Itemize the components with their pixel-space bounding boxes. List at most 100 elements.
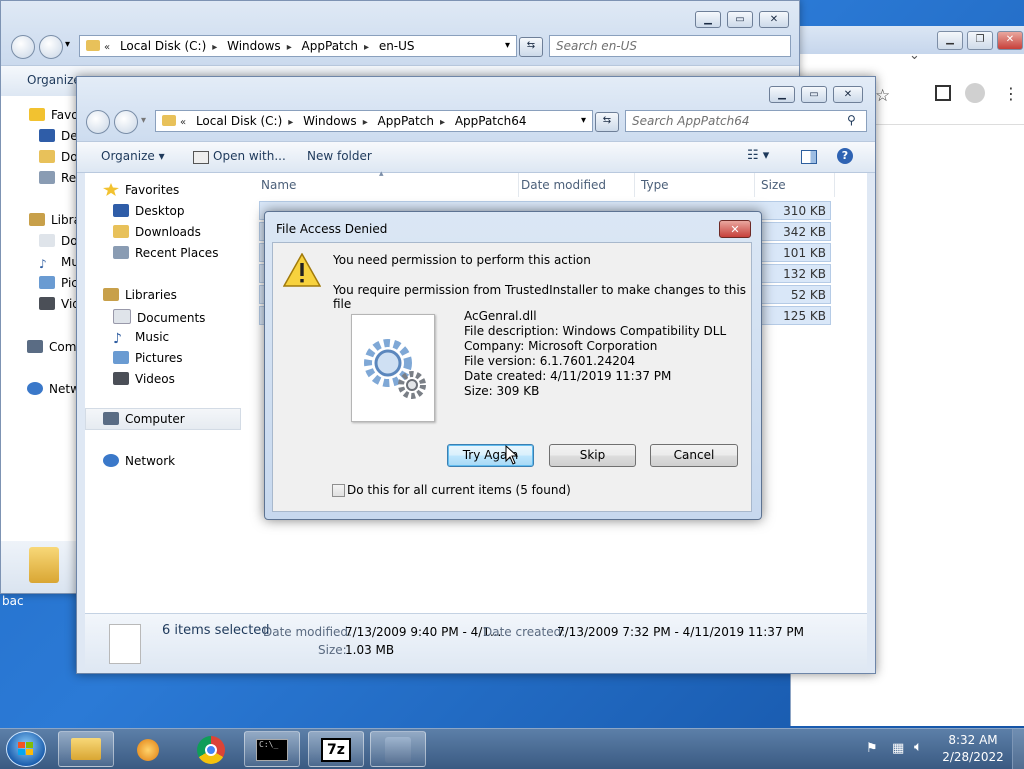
gear-icon	[364, 339, 426, 399]
kebab-menu-icon[interactable]: ⋮	[1003, 84, 1019, 103]
nav-item-downloads[interactable]: Downloads	[113, 225, 201, 239]
forward-button[interactable]	[114, 110, 138, 134]
skip-button[interactable]: Skip	[549, 444, 636, 467]
nav-item-music[interactable]: ♪ Music	[113, 330, 169, 347]
volume-icon[interactable]: 🔈︎	[914, 739, 922, 755]
breadcrumb-item[interactable]: Local Disk (C:)	[120, 36, 206, 56]
taskbar-network-setup-button[interactable]	[370, 731, 426, 767]
back-button[interactable]	[11, 35, 35, 59]
file-size: 101 KB	[783, 246, 826, 260]
chrome-minimize-button[interactable]: ▁	[937, 31, 963, 50]
minimize-button[interactable]: ▁	[695, 11, 721, 28]
forward-button[interactable]	[39, 35, 63, 59]
close-button[interactable]: ✕	[833, 86, 863, 103]
action-center-icon[interactable]: ⚑	[866, 741, 878, 756]
breadcrumb-item[interactable]: Windows	[303, 111, 357, 131]
nav-item-computer[interactable]: Com	[27, 340, 76, 354]
nav-item-pictures[interactable]: Pic	[39, 276, 78, 290]
column-header-name[interactable]: Name	[255, 173, 519, 197]
nav-item-computer[interactable]: Computer	[103, 412, 185, 426]
search-input[interactable]: Search AppPatch64	[625, 110, 867, 132]
search-icon[interactable]: ⚲	[847, 113, 856, 127]
new-folder-button[interactable]: New folder	[307, 149, 372, 163]
chrome-restore-button[interactable]: ❐	[967, 31, 993, 50]
start-button[interactable]	[6, 731, 46, 767]
sidebar-icon[interactable]	[935, 85, 951, 101]
open-with-button[interactable]: Open with...	[213, 149, 286, 163]
apply-to-all-label[interactable]: Do this for all current items (5 found)	[347, 483, 571, 497]
maximize-button[interactable]: ▭	[727, 11, 753, 28]
network-status-icon[interactable]: ▦	[892, 741, 904, 756]
search-input[interactable]: Search en-US	[549, 35, 791, 57]
apply-to-all-checkbox[interactable]	[332, 484, 345, 497]
close-button[interactable]: ✕	[759, 11, 789, 28]
address-bar[interactable]: « Local Disk (C:) ▸ Windows ▸ AppPatch ▸ Ap…	[155, 110, 593, 132]
date-created-label: Date created:	[483, 625, 566, 639]
nav-item-network[interactable]: Network	[103, 454, 175, 468]
date-created-value: 7/13/2009 7:32 PM - 4/11/2019 11:37 PM	[557, 625, 804, 639]
address-dropdown-icon[interactable]: ▾	[581, 111, 586, 131]
taskbar-7zip-button[interactable]: 7z	[308, 731, 364, 767]
breadcrumb-item[interactable]: AppPatch	[302, 36, 358, 56]
nav-item-music[interactable]: ♪ Mu	[39, 255, 79, 271]
breadcrumb-item[interactable]: Local Disk (C:)	[196, 111, 282, 131]
recent-pages-icon[interactable]: ▾	[65, 39, 70, 50]
organize-button[interactable]: Organize	[27, 73, 81, 87]
recent-places-icon	[113, 246, 129, 259]
refresh-button[interactable]: ⇆	[595, 112, 619, 132]
organize-button[interactable]: Organize ▾	[101, 149, 165, 163]
recent-places-icon	[39, 171, 55, 184]
cancel-button[interactable]: Cancel	[650, 444, 738, 467]
breadcrumb-item[interactable]: AppPatch64	[455, 111, 527, 131]
back-button[interactable]	[86, 110, 110, 134]
nav-item-recent-places[interactable]: Recent Places	[113, 246, 218, 260]
nav-item-desktop[interactable]: Desktop	[113, 204, 185, 218]
change-view-icon[interactable]: ☷ ▾	[747, 148, 769, 163]
clock-date[interactable]: 2/28/2022	[938, 750, 1008, 764]
breadcrumb-item[interactable]: en-US	[379, 36, 415, 56]
clock-time[interactable]: 8:32 AM	[938, 733, 1008, 747]
refresh-button[interactable]: ⇆	[519, 37, 543, 57]
column-header-date[interactable]: Date modified	[515, 173, 635, 197]
taskbar-explorer-button[interactable]	[58, 731, 114, 767]
star-icon[interactable]: ☆	[875, 86, 890, 106]
file-size: 125 KB	[783, 309, 826, 323]
media-player-icon	[137, 739, 159, 761]
nav-item-libraries[interactable]: Libra	[29, 213, 81, 227]
chrome-close-button[interactable]: ✕	[997, 31, 1023, 50]
desktop-icon-label[interactable]: bac	[2, 594, 24, 608]
try-again-button[interactable]: Try Again	[447, 444, 534, 467]
breadcrumb-item[interactable]: AppPatch	[378, 111, 434, 131]
nav-item-favorites[interactable]: Favo	[29, 108, 79, 122]
preview-pane-icon[interactable]	[801, 150, 817, 164]
breadcrumb-item[interactable]: Windows	[227, 36, 281, 56]
show-desktop-button[interactable]	[1012, 729, 1024, 769]
column-header-type[interactable]: Type	[635, 173, 755, 197]
star-icon	[103, 183, 119, 196]
taskbar-cmd-button[interactable]: C:\_	[244, 731, 300, 767]
nav-item-network[interactable]: Netw	[27, 382, 80, 396]
nav-item-favorites[interactable]: Favorites	[103, 183, 179, 197]
maximize-button[interactable]: ▭	[801, 86, 827, 103]
address-bar[interactable]: « Local Disk (C:) ▸ Windows ▸ AppPatch ▸ en…	[79, 35, 517, 57]
chevron-down-icon[interactable]: ⌄	[909, 48, 920, 63]
taskbar-media-player-button[interactable]	[120, 731, 176, 767]
nav-item-documents[interactable]: Documents	[113, 309, 205, 325]
nav-item-libraries[interactable]: Libraries	[103, 288, 177, 302]
pictures-icon	[39, 276, 55, 289]
date-modified-label: Date modified:	[263, 625, 353, 639]
address-dropdown-icon[interactable]: ▾	[505, 36, 510, 56]
nav-item-pictures[interactable]: Pictures	[113, 351, 183, 365]
nav-item-videos[interactable]: Videos	[113, 372, 175, 386]
folder-icon	[29, 547, 59, 583]
help-icon[interactable]: ?	[837, 148, 853, 164]
column-header-size[interactable]: Size	[755, 173, 835, 197]
details-pane: 6 items selected Date modified: 7/13/200…	[85, 613, 867, 670]
taskbar-chrome-button[interactable]	[182, 731, 238, 767]
7zip-icon: 7z	[321, 738, 351, 762]
minimize-button[interactable]: ▁	[769, 86, 795, 103]
profile-icon[interactable]	[965, 83, 985, 103]
nav-item-videos[interactable]: Vid	[39, 297, 80, 311]
dialog-close-button[interactable]: ✕	[719, 220, 751, 238]
recent-pages-icon[interactable]: ▾	[141, 115, 146, 126]
